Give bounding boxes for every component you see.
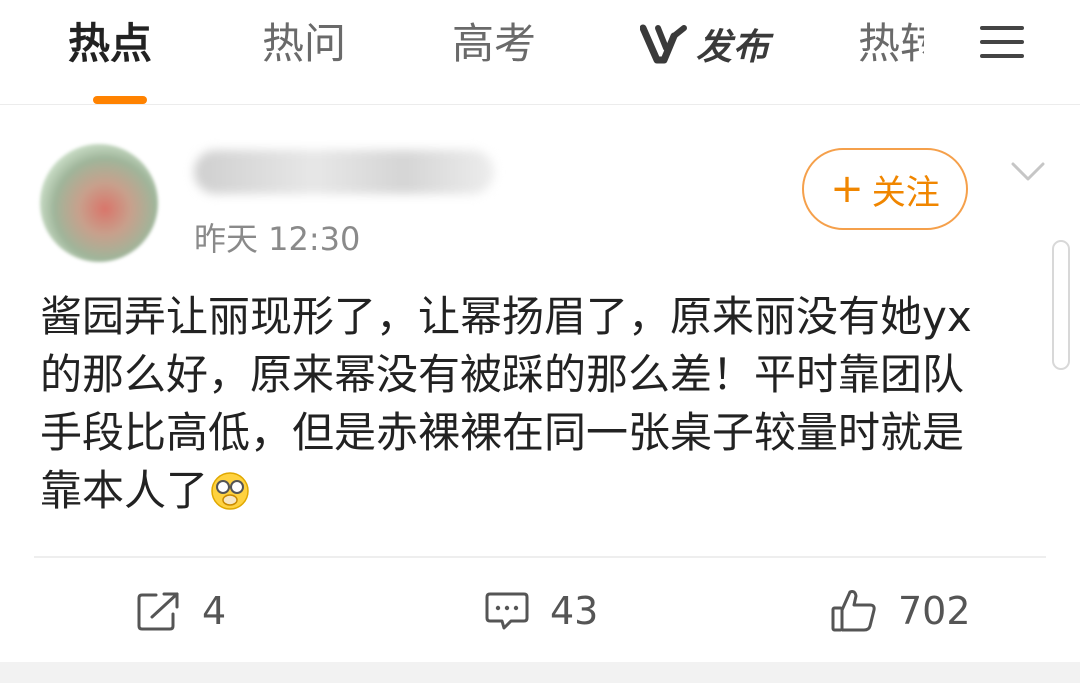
- chevron-down-icon[interactable]: [1010, 160, 1046, 184]
- tab-hot[interactable]: 热点: [68, 16, 152, 72]
- like-button[interactable]: 702: [830, 584, 971, 638]
- plus-icon: +: [830, 166, 864, 212]
- avatar[interactable]: [40, 144, 158, 262]
- post-body-line: 手段比高低，但是赤裸裸在同一张桌子较量时就是: [40, 408, 965, 457]
- repost-count: 4: [202, 589, 227, 633]
- post-body-line: 酱园弄让丽现形了，让幂扬眉了，原来丽没有她yx: [40, 292, 972, 341]
- post-body-last-line: 靠本人了: [40, 462, 1040, 520]
- facepalm-emoji-icon: [211, 472, 249, 510]
- tab-hot-repost[interactable]: 热转: [858, 16, 924, 72]
- follow-button[interactable]: + 关注: [802, 148, 968, 230]
- active-tab-indicator: [93, 96, 147, 104]
- comment-icon: [485, 592, 529, 630]
- post-body-line: 的那么好，原来幂没有被踩的那么差！平时靠团队: [40, 350, 965, 399]
- v-logo-icon: [640, 24, 687, 64]
- repost-button[interactable]: 4: [136, 584, 226, 638]
- like-count: 702: [898, 589, 971, 633]
- repost-icon: [137, 592, 179, 631]
- bottom-separator: [0, 662, 1080, 683]
- tab-hot-questions[interactable]: 热问: [262, 16, 346, 72]
- post-body-line: 靠本人了: [40, 466, 209, 515]
- comment-button[interactable]: 43: [484, 584, 598, 638]
- top-tab-bar: 热点 热问 高考 发布 热转: [0, 0, 1080, 105]
- divider: [34, 556, 1046, 558]
- tab-v-publish-label: 发布: [696, 27, 771, 68]
- post-time: 昨天 12:30: [194, 220, 361, 258]
- weibo-post-screen: 热点 热问 高考 发布 热转 昨天 12:30 + 关注 酱园弄让丽现形了，让幂…: [0, 0, 1080, 683]
- post-body: 酱园弄让丽现形了，让幂扬眉了，原来丽没有她yx 的那么好，原来幂没有被踩的那么差…: [40, 288, 1040, 520]
- tab-v-publish[interactable]: 发布: [640, 18, 770, 70]
- comment-count: 43: [550, 589, 599, 633]
- tab-hot-repost-label: 热转: [858, 19, 924, 68]
- menu-icon[interactable]: [980, 24, 1024, 60]
- scrollbar[interactable]: [1052, 240, 1070, 370]
- thumbs-up-icon: [831, 590, 876, 632]
- tab-gaokao[interactable]: 高考: [452, 16, 536, 72]
- username-blurred[interactable]: [194, 150, 494, 194]
- follow-label: 关注: [871, 172, 940, 213]
